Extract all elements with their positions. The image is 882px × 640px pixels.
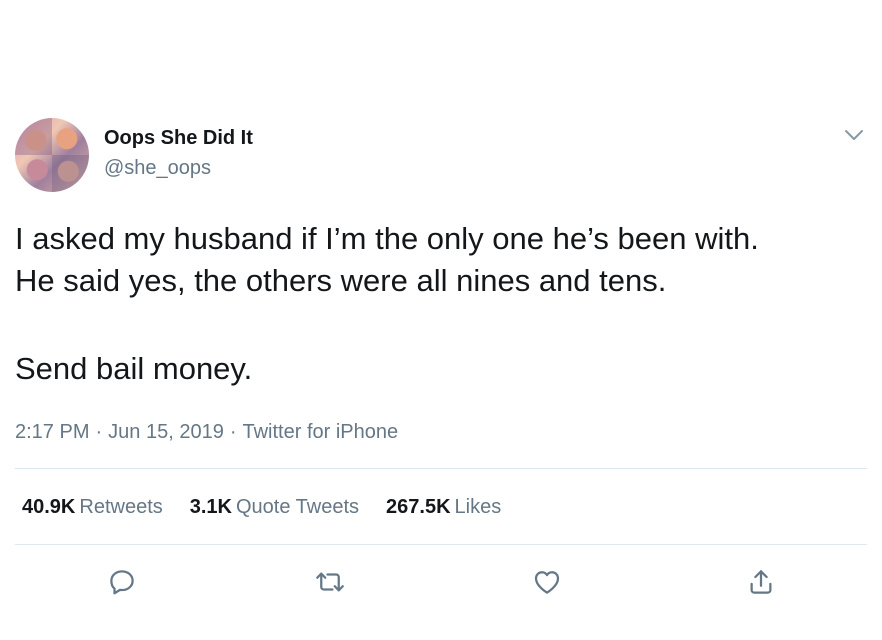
tweet-meta: 2:17 PM · Jun 15, 2019 · Twitter for iPhone bbox=[15, 419, 398, 445]
divider bbox=[15, 468, 867, 469]
meta-separator: · bbox=[95, 421, 103, 443]
retweet-button[interactable] bbox=[314, 566, 346, 598]
avatar[interactable] bbox=[15, 118, 89, 192]
tweet-text: I asked my husband if I’m the only one h… bbox=[15, 218, 875, 390]
share-button[interactable] bbox=[745, 566, 777, 598]
avatar-tile bbox=[52, 155, 89, 192]
display-name[interactable]: Oops She Did It bbox=[104, 126, 253, 150]
retweets-stat[interactable]: 40.9K Retweets bbox=[22, 494, 163, 520]
meta-separator: · bbox=[229, 421, 237, 443]
divider bbox=[15, 544, 867, 545]
tweet-time[interactable]: 2:17 PM bbox=[15, 421, 89, 443]
share-icon bbox=[750, 570, 772, 594]
chevron-down-icon[interactable] bbox=[843, 124, 865, 146]
tweet-date[interactable]: Jun 15, 2019 bbox=[108, 421, 224, 443]
user-handle[interactable]: @she_oops bbox=[104, 156, 211, 180]
quote-tweets-stat[interactable]: 3.1K Quote Tweets bbox=[190, 494, 359, 520]
avatar-tile bbox=[15, 118, 52, 155]
tweet-line: Send bail money. bbox=[15, 351, 253, 386]
reply-button[interactable] bbox=[106, 566, 138, 598]
tweet-line: I asked my husband if I’m the only one h… bbox=[15, 221, 759, 256]
tweet-source[interactable]: Twitter for iPhone bbox=[242, 421, 398, 443]
tweet-stats: 40.9K Retweets 3.1K Quote Tweets 267.5K Likes bbox=[22, 494, 528, 520]
like-button[interactable] bbox=[531, 566, 563, 598]
tweet-card: Oops She Did It @she_oops I asked my hus… bbox=[0, 0, 882, 640]
retweet-icon bbox=[316, 572, 344, 592]
heart-icon bbox=[534, 571, 560, 594]
tweet-line: He said yes, the others were all nines a… bbox=[15, 263, 667, 298]
reply-icon bbox=[110, 570, 134, 595]
likes-stat[interactable]: 267.5K Likes bbox=[386, 494, 501, 520]
